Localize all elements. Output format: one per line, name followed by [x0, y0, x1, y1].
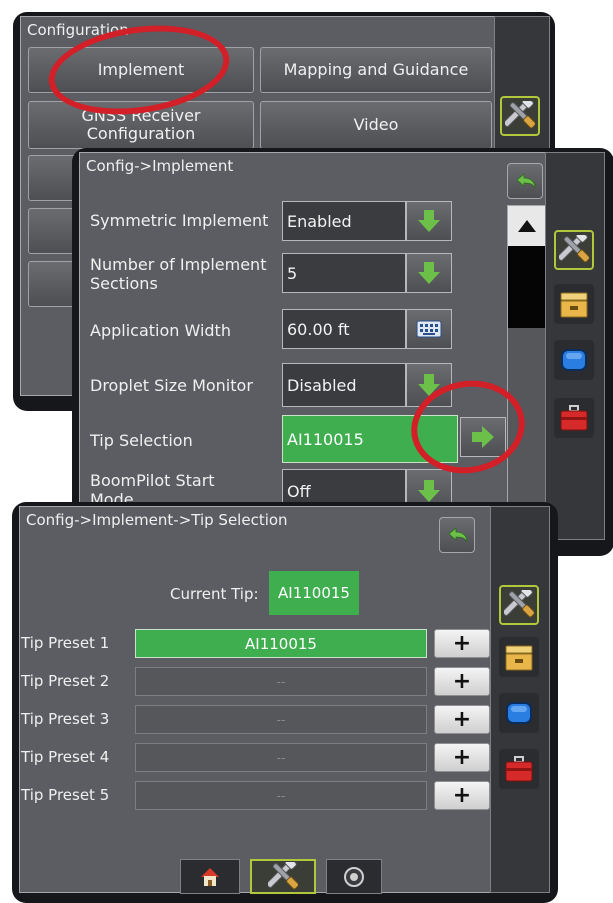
- tip-preset-5-label: Tip Preset 5: [21, 786, 110, 804]
- tools-icon: [559, 235, 589, 264]
- tools-icon: [504, 590, 534, 619]
- back-arrow-icon: [448, 527, 468, 543]
- implement-window: Config->Implement Symmetric Implement En…: [72, 148, 613, 556]
- tip-preset-1-label: Tip Preset 1: [21, 634, 110, 652]
- scroll-thumb[interactable]: [508, 246, 546, 328]
- number-of-sections-dropdown-button[interactable]: [406, 253, 452, 293]
- tab-toolbox[interactable]: [499, 749, 539, 789]
- implement-button[interactable]: Implement: [28, 47, 254, 93]
- symmetric-implement-dropdown-button[interactable]: [406, 201, 452, 241]
- tip-preset-2-add-button[interactable]: +: [434, 667, 490, 696]
- tip-preset-2-value[interactable]: --: [135, 667, 427, 696]
- application-width-label: Application Width: [90, 321, 231, 340]
- tab-data-storage[interactable]: [554, 284, 594, 324]
- tip-preset-5-value[interactable]: --: [135, 781, 427, 810]
- tab-console[interactable]: [499, 693, 539, 733]
- current-tip-label: Current Tip:: [170, 585, 259, 603]
- droplet-size-monitor-label: Droplet Size Monitor: [90, 376, 253, 395]
- tip-preset-3-add-button[interactable]: +: [434, 705, 490, 734]
- current-tip-value: AI110015: [269, 571, 359, 615]
- back-button[interactable]: [439, 517, 475, 553]
- tip-preset-3-value[interactable]: --: [135, 705, 427, 734]
- nav-tools[interactable]: [250, 859, 316, 894]
- tools-icon: [268, 861, 298, 890]
- tip-preset-4-label: Tip Preset 4: [21, 748, 110, 766]
- tip-preset-5-add-button[interactable]: +: [434, 781, 490, 810]
- data-storage-icon: [505, 645, 533, 671]
- tip-selection-label: Tip Selection: [90, 431, 193, 450]
- keyboard-icon: [416, 320, 442, 338]
- tab-column: [545, 152, 605, 540]
- page-title: Config->Implement: [86, 157, 234, 175]
- tip-preset-4-add-button[interactable]: +: [434, 743, 490, 772]
- arrow-down-icon: [418, 480, 440, 502]
- video-button[interactable]: Video: [260, 101, 492, 149]
- toolbox-icon: [560, 405, 588, 431]
- tip-preset-2-label: Tip Preset 2: [21, 672, 110, 690]
- tools-icon: [505, 101, 535, 130]
- console-icon: [561, 349, 587, 371]
- implement-panel: Config->Implement Symmetric Implement En…: [79, 152, 559, 540]
- tip-selection-next-button[interactable]: [460, 417, 506, 457]
- tab-data-storage[interactable]: [499, 637, 539, 677]
- tip-preset-1-add-button[interactable]: +: [434, 629, 490, 658]
- console-icon: [506, 702, 532, 724]
- page-title: Config->Implement->Tip Selection: [26, 511, 288, 529]
- tip-selection-window: Config->Implement->Tip Selection Current…: [12, 502, 558, 903]
- scroll-up-button[interactable]: [508, 206, 546, 247]
- tip-preset-4-value[interactable]: --: [135, 743, 427, 772]
- back-button[interactable]: [507, 163, 543, 199]
- mapping-and-guidance-button[interactable]: Mapping and Guidance: [260, 47, 492, 93]
- application-width-value: 60.00 ft: [282, 309, 406, 349]
- back-arrow-icon: [516, 173, 536, 189]
- droplet-size-monitor-value: Disabled: [282, 363, 406, 407]
- tab-toolbox[interactable]: [554, 398, 594, 438]
- arrow-right-icon: [472, 426, 494, 448]
- scrollbar[interactable]: [507, 205, 547, 540]
- droplet-size-monitor-dropdown-button[interactable]: [406, 363, 452, 407]
- tip-selection-value: AI110015: [282, 415, 458, 463]
- nav-camera[interactable]: [326, 859, 382, 894]
- camera-icon: [344, 866, 364, 887]
- arrow-down-icon: [418, 374, 440, 396]
- bottom-nav: [178, 859, 382, 894]
- symmetric-implement-label: Symmetric Implement: [90, 211, 269, 230]
- arrow-down-icon: [418, 262, 440, 284]
- number-of-sections-label: Number of Implement Sections: [90, 255, 267, 293]
- tab-tools[interactable]: [500, 96, 540, 136]
- tab-tools[interactable]: [499, 585, 539, 625]
- application-width-keyboard-button[interactable]: [406, 309, 452, 349]
- home-icon: [201, 867, 219, 886]
- nav-home[interactable]: [180, 859, 240, 894]
- arrow-down-icon: [418, 210, 440, 232]
- gnss-receiver-configuration-button[interactable]: GNSS Receiver Configuration: [28, 101, 254, 149]
- data-storage-icon: [560, 292, 588, 318]
- tip-selection-panel: Config->Implement->Tip Selection Current…: [19, 506, 503, 894]
- tip-preset-1-value[interactable]: AI110015: [135, 629, 427, 658]
- tab-tools[interactable]: [554, 230, 594, 270]
- triangle-up-icon: [518, 220, 536, 232]
- page-title: Configuration: [27, 21, 129, 39]
- tab-console[interactable]: [554, 340, 594, 380]
- tab-column: [490, 506, 550, 893]
- tip-preset-3-label: Tip Preset 3: [21, 710, 110, 728]
- symmetric-implement-value: Enabled: [282, 201, 406, 241]
- number-of-sections-value: 5: [282, 253, 406, 293]
- toolbox-icon: [505, 756, 533, 782]
